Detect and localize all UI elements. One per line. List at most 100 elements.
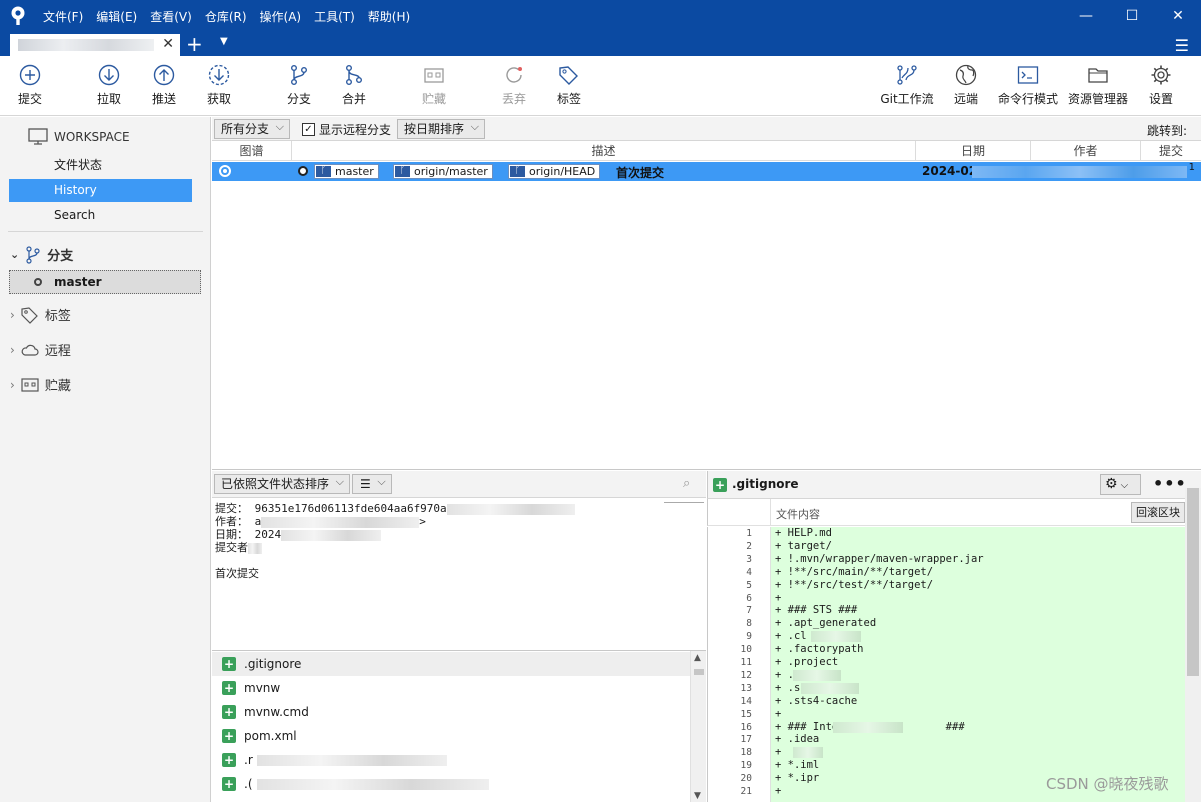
show-remote-checkbox[interactable]: ✓ 显示远程分支 <box>302 121 391 138</box>
author-text: 作者： a <box>215 515 262 528</box>
sidebar-item-file-status[interactable]: 文件状态 <box>9 154 192 177</box>
minimize-button[interactable]: — <box>1063 0 1109 32</box>
terminal-button[interactable]: 命令行模式 <box>993 64 1063 107</box>
line-number: 4 <box>746 566 752 578</box>
push-button[interactable]: 推送 <box>134 64 194 107</box>
scroll-thumb[interactable] <box>694 669 704 675</box>
sidebar-divider <box>8 231 203 232</box>
file-name: .( <box>244 777 253 791</box>
line-number: 11 <box>740 657 752 668</box>
more-options-icon[interactable]: ••• <box>1153 474 1187 493</box>
ref-label-master: ᚴ master <box>314 164 379 179</box>
file-added-icon: + <box>222 753 236 767</box>
scroll-up-icon[interactable]: ▲ <box>694 653 701 663</box>
menu-actions[interactable]: 操作(A) <box>260 8 302 25</box>
diff-scrollbar[interactable] <box>1185 488 1201 802</box>
tag-button[interactable]: 标签 <box>539 64 599 107</box>
file-row[interactable]: + mvnw.cmd <box>212 700 690 724</box>
remote-button[interactable]: 远端 <box>936 64 996 107</box>
pull-icon <box>98 64 120 86</box>
chevron-right-icon: › <box>10 342 15 357</box>
file-row[interactable]: + pom.xml <box>212 724 690 748</box>
line-number-gutter: 1 2 3 4 5 6 7 8 9 10 11 12 13 14 15 16 17 18 19 20 21 <box>708 527 771 802</box>
new-tab-icon[interactable]: + <box>186 32 203 56</box>
sidebar-section-stashes[interactable]: › 贮藏 <box>10 375 71 395</box>
pull-button[interactable]: 拉取 <box>79 64 139 107</box>
branch-ref-icon: ᚴ <box>510 166 525 177</box>
list-view-icon: ☰ <box>360 477 371 491</box>
sidebar-section-branches[interactable]: ⌄ 分支 <box>10 245 73 264</box>
sidebar-section-tags[interactable]: › 标签 <box>10 305 71 324</box>
file-row[interactable]: + .gitignore <box>212 652 690 676</box>
file-added-icon: + <box>222 705 236 719</box>
scroll-thumb[interactable] <box>1187 488 1199 676</box>
branch-filter-dropdown[interactable]: 所有分支 <box>214 118 291 139</box>
column-author[interactable]: 作者 <box>1031 141 1141 161</box>
diff-line: + <box>775 707 782 720</box>
file-list-scrollbar[interactable]: ▲ ▼ <box>690 651 706 802</box>
close-tab-icon[interactable]: ✕ <box>162 36 174 52</box>
search-icon[interactable]: ⌕ <box>683 476 690 491</box>
redacted-block <box>833 721 903 733</box>
diff-file-name: .gitignore <box>732 477 799 491</box>
branch-button[interactable]: 分支 <box>269 64 329 107</box>
redacted-block <box>281 529 382 541</box>
sourcetree-logo-icon <box>11 6 25 25</box>
detail-date: 日期： 2024 <box>215 528 703 541</box>
menu-file[interactable]: 文件(F) <box>43 8 83 25</box>
menu-tools[interactable]: 工具(T) <box>314 8 355 25</box>
detail-message: 首次提交 <box>215 567 259 580</box>
date-text: 日期： 2024 <box>215 528 282 541</box>
tab-dropdown-icon[interactable]: ▼ <box>220 36 228 47</box>
redacted-block <box>811 631 861 643</box>
maximize-button[interactable]: ☐ <box>1109 0 1155 32</box>
line-number: 20 <box>740 773 752 785</box>
file-row[interactable]: + mvnw <box>212 676 690 700</box>
column-commit[interactable]: 提交 <box>1141 141 1201 161</box>
scroll-down-icon[interactable]: ▼ <box>694 791 701 801</box>
tag-icon <box>21 306 38 324</box>
menu-view[interactable]: 查看(V) <box>150 8 192 25</box>
commit-message: 首次提交 <box>616 166 665 180</box>
branch-filter-value: 所有分支 <box>221 122 270 136</box>
close-window-button[interactable]: ✕ <box>1155 0 1201 32</box>
merge-button[interactable]: 合并 <box>324 64 384 107</box>
file-content-label: 文件内容 <box>776 508 820 521</box>
details-splitter[interactable] <box>664 502 704 503</box>
sidebar-section-remotes[interactable]: › 远程 <box>10 340 71 360</box>
stash-button[interactable]: 贮藏 <box>404 64 464 107</box>
show-remote-label: 显示远程分支 <box>319 123 392 137</box>
gitflow-button[interactable]: Git工作流 <box>872 64 942 107</box>
settings-label: 设置 <box>1148 92 1173 106</box>
explorer-button[interactable]: 资源管理器 <box>1063 64 1133 107</box>
sort-dropdown[interactable]: 按日期排序 <box>397 118 486 139</box>
commit-button[interactable]: 提交 <box>0 64 60 107</box>
column-graph[interactable]: 图谱 <box>212 141 292 161</box>
fetch-button[interactable]: 获取 <box>189 64 249 107</box>
sidebar-item-search[interactable]: Search <box>9 204 192 227</box>
file-row[interactable]: + .( <box>212 772 690 796</box>
jump-to-label[interactable]: 跳转到: <box>1147 122 1187 139</box>
diff-body: 1 2 3 4 5 6 7 8 9 10 11 12 13 14 15 16 17 18 19 20 21 + HELP… <box>707 527 1185 802</box>
settings-button[interactable]: 设置 <box>1131 64 1191 107</box>
file-sort-dropdown[interactable]: 已依照文件状态排序 <box>214 473 351 494</box>
line-number: 7 <box>746 605 752 617</box>
branch-icon <box>26 245 40 264</box>
hamburger-menu-icon[interactable]: ☰ <box>1175 36 1189 55</box>
menu-edit[interactable]: 编辑(E) <box>96 8 137 25</box>
menu-repository[interactable]: 仓库(R) <box>205 8 247 25</box>
diff-options-button[interactable]: ⚙ ⌵ <box>1100 474 1141 495</box>
sidebar-item-history[interactable]: History <box>9 179 192 202</box>
column-date[interactable]: 日期 <box>916 141 1031 161</box>
sidebar-item-branch-master[interactable]: master <box>9 270 201 294</box>
commit-row[interactable]: ᚴ master ᚴ origin/master ᚴ origin/HEAD 首次提交… <box>212 162 1201 181</box>
view-mode-dropdown[interactable]: ☰ <box>352 473 392 494</box>
file-row[interactable]: + .r <box>212 748 690 772</box>
diff-code: + HELP.md + target/+ !.mvn/wrapper/maven-… <box>771 527 1185 802</box>
revert-hunk-button[interactable]: 回滚区块 <box>1131 502 1185 523</box>
branches-label: 分支 <box>47 249 74 264</box>
menu-help[interactable]: 帮助(H) <box>368 8 410 25</box>
discard-button[interactable]: 丢弃 <box>484 64 544 107</box>
column-description[interactable]: 描述 <box>292 141 916 161</box>
repo-tab[interactable]: ✕ <box>10 34 180 56</box>
